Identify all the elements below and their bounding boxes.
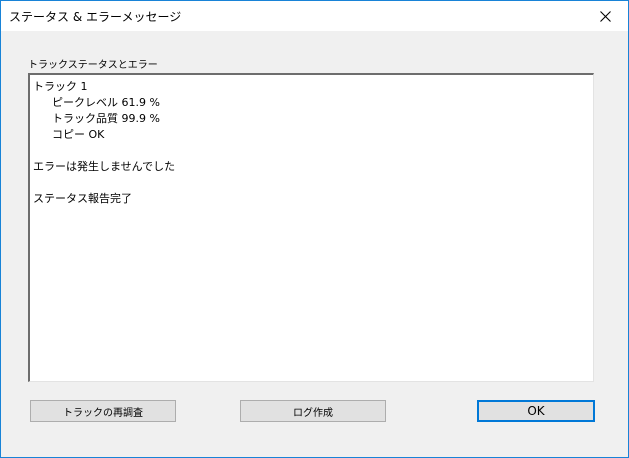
status-line-track: トラック 1	[33, 80, 88, 93]
status-line-no-errors: エラーは発生しませんでした	[33, 160, 176, 173]
close-button[interactable]	[582, 1, 628, 31]
window-title: ステータス & エラーメッセージ	[9, 10, 182, 24]
status-line-report-complete: ステータス報告完了	[33, 192, 132, 205]
track-status-label: トラックステータスとエラー	[28, 60, 158, 71]
status-text-area[interactable]: トラック 1 ピークレベル 61.9 % トラック品質 99.9 % コピー O…	[28, 73, 594, 382]
status-line-copy-ok: コピー OK	[52, 128, 105, 141]
ok-button[interactable]: OK	[477, 400, 595, 422]
create-log-button[interactable]: ログ作成	[240, 400, 386, 422]
retest-track-button[interactable]: トラックの再調査	[30, 400, 176, 422]
status-error-dialog: ステータス & エラーメッセージ トラックステータスとエラー トラック 1 ピー…	[0, 0, 629, 458]
dialog-client-area: トラックステータスとエラー トラック 1 ピークレベル 61.9 % トラック品…	[1, 31, 628, 457]
status-line-blank	[33, 175, 593, 191]
status-line-track-quality: トラック品質 99.9 %	[52, 112, 160, 125]
status-line-blank	[33, 143, 593, 159]
close-icon	[599, 10, 611, 22]
title-bar[interactable]: ステータス & エラーメッセージ	[1, 1, 628, 31]
status-line-peak-level: ピークレベル 61.9 %	[52, 96, 160, 109]
